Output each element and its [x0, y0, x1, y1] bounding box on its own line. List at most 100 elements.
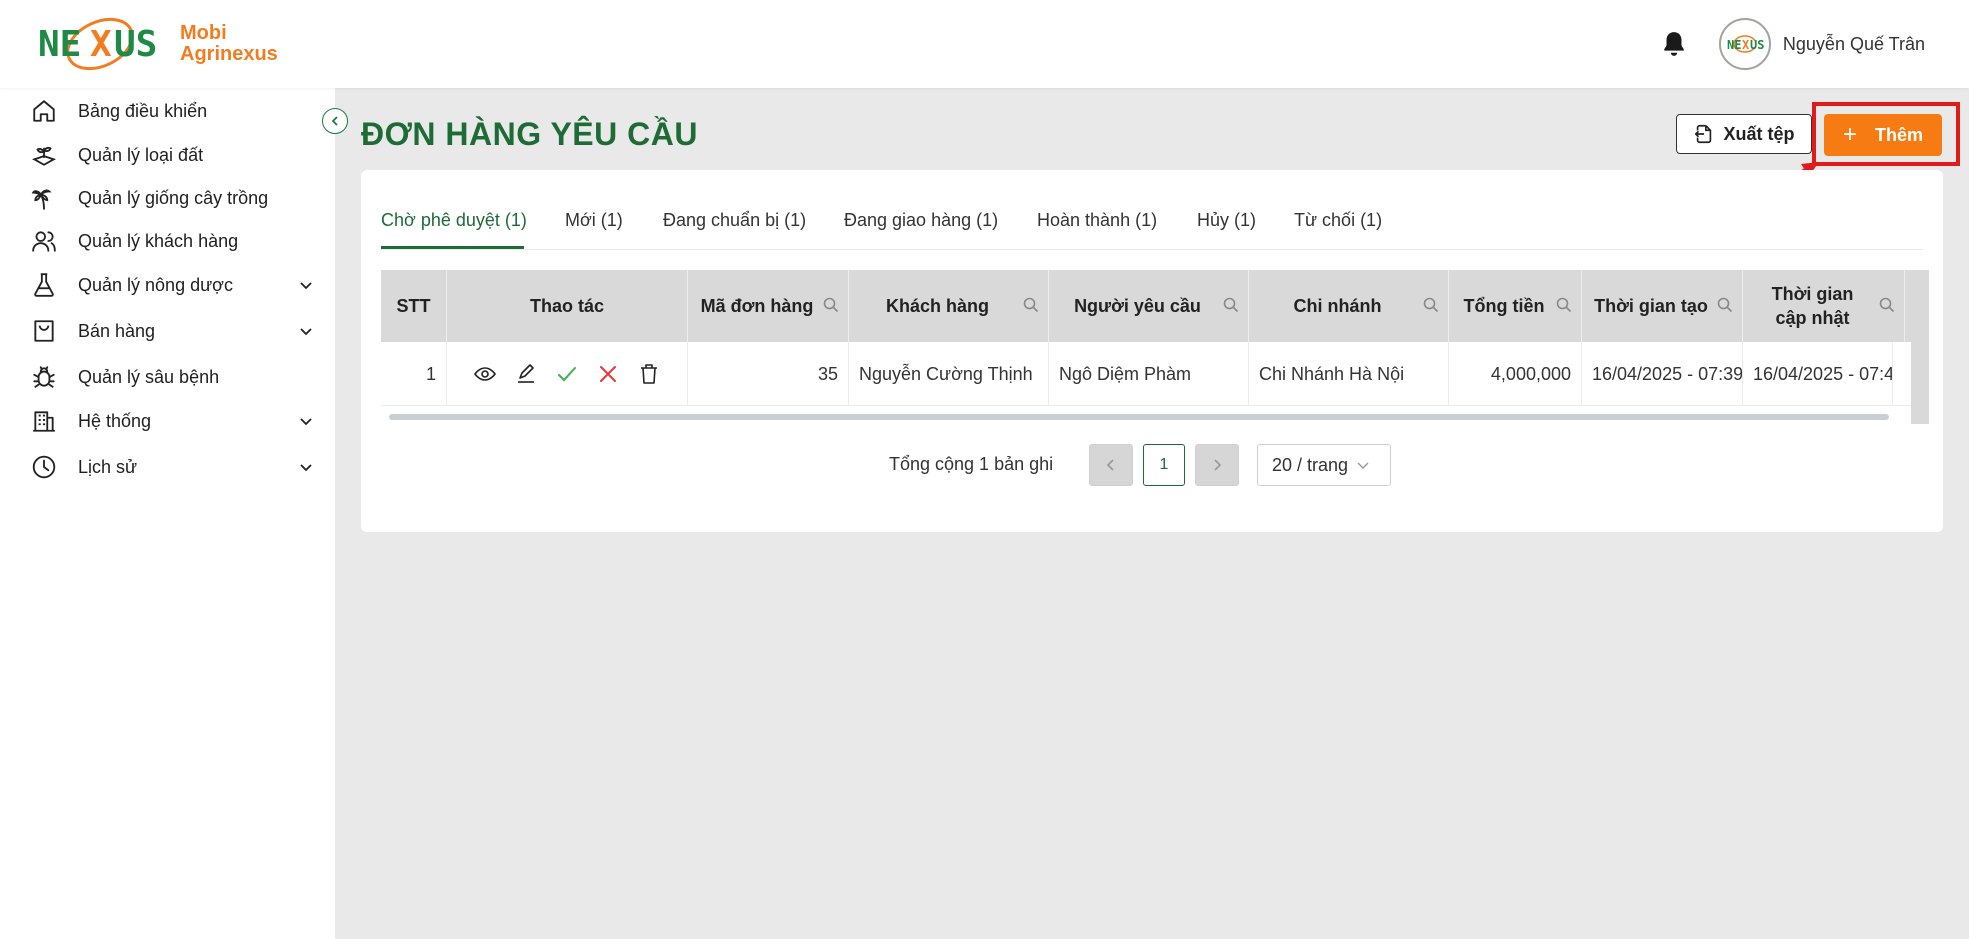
svg-text:US: US — [1750, 38, 1764, 52]
column-header-label: Người yêu cầu — [1074, 296, 1201, 316]
column-header-created: Thời gian tạo — [1582, 270, 1743, 342]
cell-branch: Chi Nhánh Hà Nội — [1249, 342, 1449, 406]
users-icon — [32, 231, 56, 252]
search-icon[interactable] — [1222, 296, 1240, 314]
active-tab-indicator — [381, 246, 524, 249]
nexus-logo-icon: NE X US — [38, 17, 157, 71]
tab-new[interactable]: Mới (1) — [565, 210, 623, 231]
column-header-label: Chi nhánh — [1293, 296, 1382, 316]
svg-text:X: X — [90, 24, 112, 65]
column-header-total: Tổng tiền — [1449, 270, 1582, 342]
home-icon — [33, 100, 55, 122]
view-icon[interactable] — [473, 362, 497, 386]
column-header-label: Thao tác — [529, 296, 604, 316]
palm-tree-icon — [31, 189, 52, 210]
brand-line-2: Agrinexus — [180, 43, 278, 65]
tab-completed[interactable]: Hoàn thành (1) — [1037, 210, 1157, 231]
tab-pending-approval[interactable]: Chờ phê duyệt (1) — [381, 210, 527, 231]
cell-updated: 16/04/2025 - 07:46 — [1743, 342, 1893, 406]
sidebar-item-label: Bán hàng — [78, 320, 156, 341]
table-scroll-edge — [1911, 270, 1929, 424]
export-button[interactable]: Xuất tệp — [1676, 114, 1812, 154]
horizontal-scrollbar[interactable] — [389, 414, 1889, 420]
bell-icon[interactable] — [1659, 29, 1689, 59]
search-icon[interactable] — [1022, 296, 1040, 314]
sidebar-item-label: Lịch sử — [78, 456, 138, 477]
sidebar-collapse-button[interactable] — [322, 108, 348, 134]
column-header-label: Thời gian tạo — [1594, 296, 1708, 316]
column-header-label: STT — [396, 296, 431, 316]
table-header: STT Thao tác Mã đơn hàng Khách hàng Ngườ… — [381, 270, 1911, 342]
column-header-label: Thời gian cập nhật — [1771, 284, 1854, 328]
tab-delivering[interactable]: Đang giao hàng (1) — [844, 210, 998, 231]
sidebar-item-system[interactable]: Hệ thống — [30, 401, 320, 441]
add-button[interactable]: + Thêm — [1824, 114, 1942, 156]
username[interactable]: Nguyễn Quế Trân — [1783, 34, 1925, 55]
cell-requester: Ngô Diệm Phàm — [1049, 342, 1249, 406]
user-area: NE X US Nguyễn Quế Trân — [1659, 16, 1925, 72]
column-header-label: Mã đơn hàng — [700, 296, 814, 316]
chevron-left-icon — [1106, 459, 1114, 471]
shopping-bag-icon — [34, 320, 54, 342]
edit-icon[interactable] — [514, 362, 538, 386]
file-export-icon — [1695, 124, 1712, 144]
chevron-down-icon — [300, 328, 312, 336]
bug-icon — [33, 366, 55, 388]
approve-icon[interactable] — [555, 362, 579, 386]
table-row[interactable]: 1 35 Nguyễn Cường Thịnh Ngô Diệm Phàm Ch… — [381, 342, 1911, 406]
cell-customer: Nguyễn Cường Thịnh — [849, 342, 1049, 406]
sidebar-item-crops[interactable]: Quản lý giống cây trồng — [30, 178, 320, 218]
sidebar-item-dashboard[interactable]: Bảng điều khiển — [30, 91, 320, 131]
column-header-stt: STT — [381, 270, 447, 342]
page-size-select[interactable]: 20 / trang — [1257, 444, 1391, 486]
sidebar-item-pests[interactable]: Quản lý sâu bệnh — [30, 357, 320, 397]
column-header-label: Tổng tiền — [1463, 296, 1545, 316]
column-header-updated: Thời gian cập nhật — [1743, 270, 1905, 342]
column-header-requester: Người yêu cầu — [1049, 270, 1249, 342]
flask-icon — [34, 273, 54, 297]
chevron-right-icon — [1214, 459, 1222, 471]
tab-preparing[interactable]: Đang chuẩn bị (1) — [663, 210, 806, 231]
search-icon[interactable] — [1422, 296, 1440, 314]
delete-icon[interactable] — [637, 362, 661, 386]
search-icon[interactable] — [822, 296, 840, 314]
page-1-button[interactable]: 1 — [1143, 444, 1185, 486]
clock-icon — [32, 455, 56, 479]
sidebar-item-sales[interactable]: Bán hàng — [30, 311, 320, 351]
brand-logo[interactable]: NE X US Mobi Agrinexus — [36, 14, 278, 74]
sidebar-item-history[interactable]: Lịch sử — [30, 447, 320, 487]
sidebar-item-label: Quản lý sâu bệnh — [78, 366, 220, 387]
main-content: ĐƠN HÀNG YÊU CẦU Xuất tệp + Thêm Chờ phê… — [335, 88, 1969, 939]
brand-name: Mobi Agrinexus — [180, 23, 278, 65]
column-header-label: Khách hàng — [885, 296, 989, 316]
sidebar-item-label: Bảng điều khiển — [78, 100, 208, 121]
chevron-down-icon — [1357, 462, 1369, 469]
search-icon[interactable] — [1716, 296, 1734, 314]
sidebar-item-label: Quản lý loại đất — [78, 144, 204, 165]
tab-cancelled[interactable]: Hủy (1) — [1197, 210, 1256, 231]
pagination: Tổng cộng 1 bản ghi 1 20 / trang — [361, 444, 1943, 488]
chevron-down-icon — [300, 464, 312, 472]
chevron-down-icon — [300, 282, 312, 290]
tab-rejected[interactable]: Từ chối (1) — [1294, 210, 1382, 231]
prev-page-button[interactable] — [1089, 444, 1133, 486]
search-icon[interactable] — [1555, 296, 1573, 314]
sidebar-item-customers[interactable]: Quản lý khách hàng — [30, 221, 320, 261]
search-icon[interactable] — [1878, 296, 1896, 314]
sidebar-item-soil[interactable]: Quản lý loại đất — [30, 135, 320, 175]
avatar-logo-icon: NE X US — [1727, 35, 1764, 53]
cell-stt: 1 — [381, 342, 447, 406]
reject-icon[interactable] — [596, 362, 620, 386]
sidebar: Bảng điều khiển Quản lý loại đất Quản lý… — [0, 88, 335, 939]
sidebar-item-pesticides[interactable]: Quản lý nông dược — [30, 265, 320, 305]
add-button-label: Thêm — [1875, 124, 1924, 145]
page-title: ĐƠN HÀNG YÊU CẦU — [361, 116, 698, 152]
total-records: Tổng cộng 1 bản ghi — [889, 454, 1054, 474]
plus-icon: + — [1842, 121, 1857, 148]
export-button-label: Xuất tệp — [1723, 123, 1795, 144]
next-page-button[interactable] — [1195, 444, 1239, 486]
avatar[interactable]: NE X US — [1718, 18, 1771, 70]
svg-text:US: US — [114, 24, 157, 65]
page-size-value: 20 / trang — [1272, 454, 1349, 475]
cell-total: 4,000,000 — [1449, 342, 1582, 406]
